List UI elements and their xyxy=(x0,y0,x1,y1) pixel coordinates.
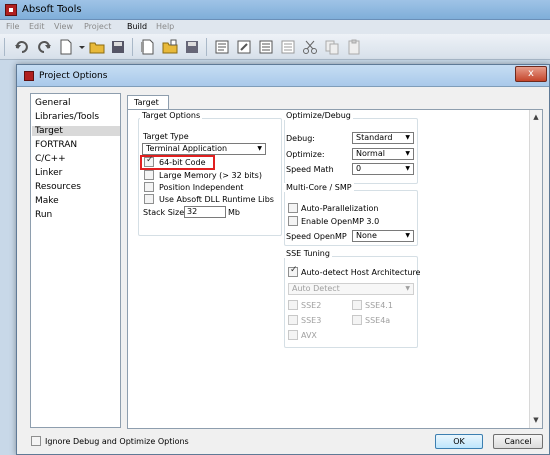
nav-item-libraries-tools[interactable]: Libraries/Tools xyxy=(35,112,99,122)
properties-icon[interactable] xyxy=(214,39,230,55)
label-auto-detect-host: Auto-detect Host Architecture xyxy=(301,268,421,277)
label-sse4a: SSE4a xyxy=(365,316,391,325)
nav-item-c-cpp[interactable]: C/C++ xyxy=(35,154,66,164)
label-auto-parallelization: Auto-Parallelization xyxy=(301,204,379,213)
scroll-up-icon[interactable]: ▲ xyxy=(530,111,542,123)
menubar: File Edit View Project Build Help xyxy=(0,20,550,34)
project-options-dialog: Project Options x General Libraries/Tool… xyxy=(16,64,550,455)
app-logo-icon xyxy=(5,4,17,16)
checkbox-64bit-code[interactable] xyxy=(144,155,154,167)
target-options-title: Target Options xyxy=(140,111,203,120)
stack-size-unit: Mb xyxy=(228,208,240,217)
checkbox-ignore-debug-optimize[interactable] xyxy=(31,436,41,446)
new-project-icon[interactable] xyxy=(140,39,156,55)
checkbox-enable-openmp[interactable] xyxy=(288,216,298,226)
label-large-memory: Large Memory (> 32 bits) xyxy=(159,171,262,180)
ok-button[interactable]: OK xyxy=(435,434,483,449)
tab-target[interactable]: Target xyxy=(127,95,169,110)
nav-item-resources[interactable]: Resources xyxy=(35,182,81,192)
text-doc-icon[interactable] xyxy=(280,39,296,55)
new-file-icon[interactable] xyxy=(58,39,74,55)
redo-icon[interactable] xyxy=(36,39,52,55)
menu-view[interactable]: View xyxy=(54,22,73,31)
checkbox-large-memory[interactable] xyxy=(144,170,154,180)
speed-math-label: Speed Math xyxy=(286,165,334,174)
options-category-list: General Libraries/Tools Target FORTRAN C… xyxy=(30,93,121,428)
stack-size-label: Stack Size xyxy=(143,208,185,217)
edit-doc-icon[interactable] xyxy=(236,39,252,55)
close-button[interactable]: x xyxy=(515,66,547,82)
label-enable-openmp: Enable OpenMP 3.0 xyxy=(301,217,380,226)
scroll-down-icon[interactable]: ▼ xyxy=(530,414,542,426)
label-ignore-debug-optimize: Ignore Debug and Optimize Options xyxy=(45,437,189,446)
label-avx: AVX xyxy=(301,331,317,340)
menu-help[interactable]: Help xyxy=(156,22,174,31)
debug-select[interactable]: Standard ▼ xyxy=(352,132,414,144)
checkbox-position-independent[interactable] xyxy=(144,182,154,192)
nav-item-target[interactable]: Target xyxy=(32,126,120,136)
copy-icon[interactable] xyxy=(324,39,340,55)
label-sse41: SSE4.1 xyxy=(365,301,393,310)
checkbox-sse3[interactable] xyxy=(288,315,298,325)
speed-openmp-label: Speed OpenMP xyxy=(286,232,347,241)
target-tab-panel: Target Options Target Type Terminal Appl… xyxy=(127,109,543,429)
toolbar xyxy=(0,34,550,60)
checkbox-auto-parallelization[interactable] xyxy=(288,203,298,213)
debug-label: Debug: xyxy=(286,134,316,143)
new-dropdown-icon[interactable] xyxy=(74,39,85,55)
speed-math-select[interactable]: 0 ▼ xyxy=(352,163,414,175)
menu-project[interactable]: Project xyxy=(84,22,111,31)
optimize-select[interactable]: Normal ▼ xyxy=(352,148,414,160)
optimize-debug-title: Optimize/Debug xyxy=(284,111,353,120)
checkbox-avx[interactable] xyxy=(288,330,298,340)
open-folder-icon[interactable] xyxy=(89,39,105,55)
checkbox-sse4a[interactable] xyxy=(352,315,362,325)
app-titlebar: Absoft Tools xyxy=(0,0,550,20)
paste-icon[interactable] xyxy=(346,39,362,55)
dialog-titlebar: Project Options xyxy=(17,65,549,87)
label-absoft-dll: Use Absoft DLL Runtime Libs xyxy=(159,195,274,204)
checkbox-sse41[interactable] xyxy=(352,300,362,310)
label-64bit-code: 64-bit Code xyxy=(159,158,206,167)
checkbox-auto-detect-host[interactable] xyxy=(288,265,298,277)
list-doc-icon[interactable] xyxy=(258,39,274,55)
optimize-label: Optimize: xyxy=(286,150,325,159)
multicore-title: Multi-Core / SMP xyxy=(284,183,354,192)
nav-item-make[interactable]: Make xyxy=(35,196,59,206)
nav-item-general[interactable]: General xyxy=(35,98,70,108)
checkbox-absoft-dll[interactable] xyxy=(144,194,154,204)
dialog-logo-icon xyxy=(24,71,34,81)
dialog-title: Project Options xyxy=(39,71,108,81)
cancel-button[interactable]: Cancel xyxy=(493,434,543,449)
menu-build[interactable]: Build xyxy=(127,22,147,31)
nav-item-linker[interactable]: Linker xyxy=(35,168,62,178)
undo-icon[interactable] xyxy=(14,39,30,55)
nav-item-fortran[interactable]: FORTRAN xyxy=(35,140,77,150)
sse-tuning-title: SSE Tuning xyxy=(284,249,332,258)
label-position-independent: Position Independent xyxy=(159,183,244,192)
target-type-label: Target Type xyxy=(143,132,189,141)
label-sse3: SSE3 xyxy=(301,316,322,325)
checkbox-sse2[interactable] xyxy=(288,300,298,310)
stack-size-input[interactable]: 32 xyxy=(184,206,226,218)
nav-item-run[interactable]: Run xyxy=(35,210,52,220)
save-project-icon[interactable] xyxy=(184,39,200,55)
menu-edit[interactable]: Edit xyxy=(29,22,45,31)
menu-file[interactable]: File xyxy=(6,22,19,31)
cut-icon[interactable] xyxy=(302,39,318,55)
architecture-select[interactable]: Auto Detect ▼ xyxy=(288,283,414,295)
speed-openmp-select[interactable]: None ▼ xyxy=(352,230,414,242)
label-sse2: SSE2 xyxy=(301,301,322,310)
open-project-icon[interactable] xyxy=(162,39,178,55)
panel-scrollbar[interactable]: ▲ ▼ xyxy=(529,110,542,428)
target-type-select[interactable]: Terminal Application ▼ xyxy=(142,143,266,155)
app-title: Absoft Tools xyxy=(22,4,82,15)
save-icon[interactable] xyxy=(110,39,126,55)
